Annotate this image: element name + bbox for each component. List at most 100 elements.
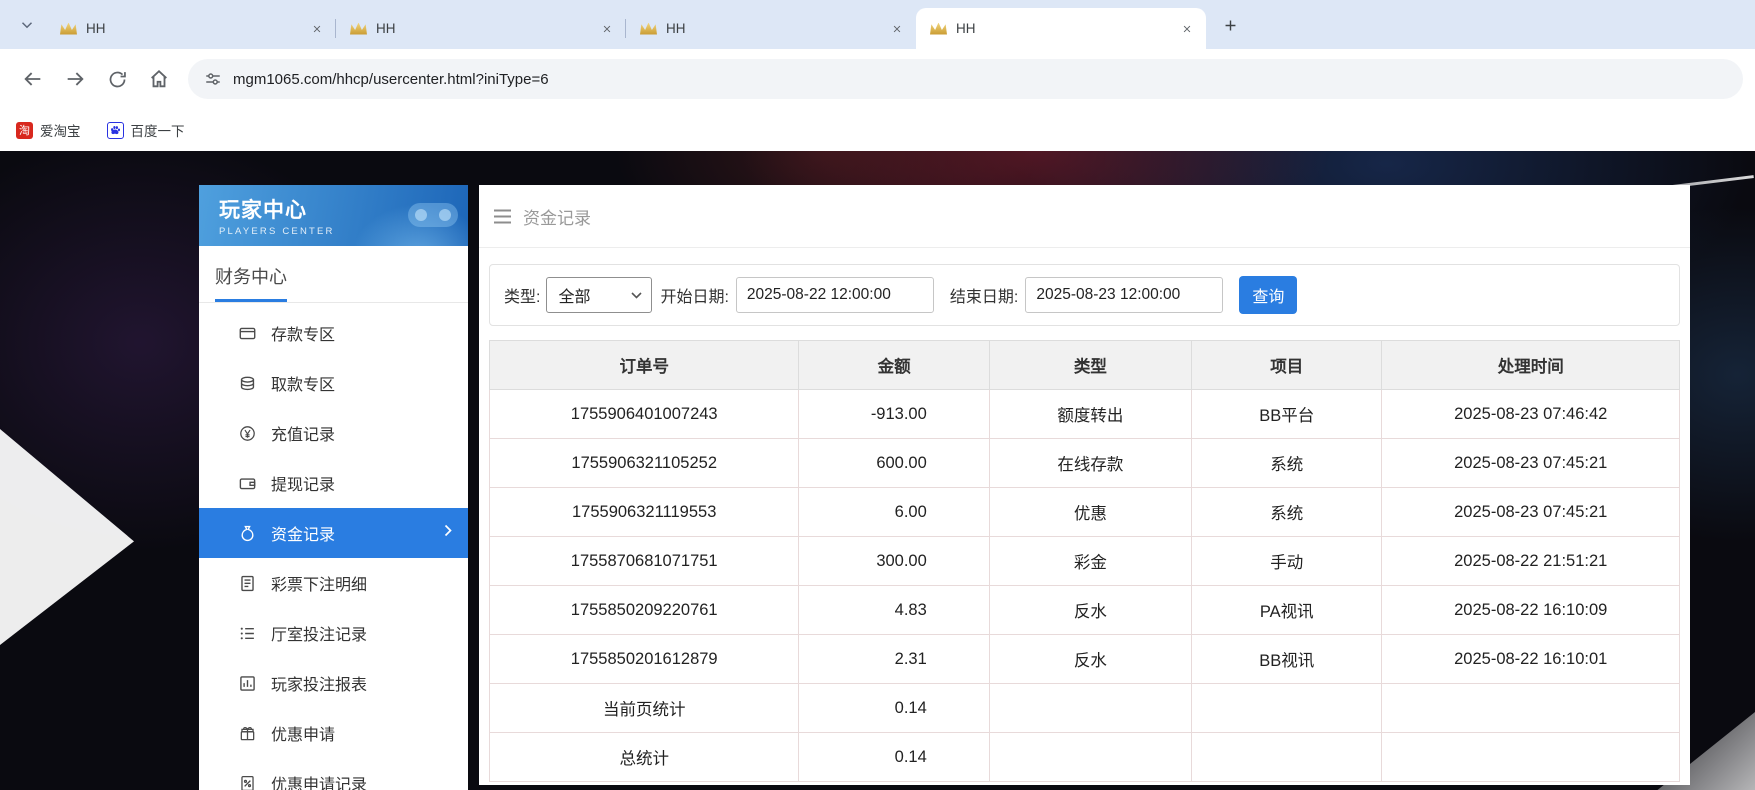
- table-row: 1755850209220761 4.83 反水 PA视讯 2025-08-22…: [490, 586, 1680, 635]
- promo-icon: [239, 725, 256, 742]
- page-background: 玩家中心 PLAYERS CENTER 财务中心 存款专区: [0, 151, 1755, 790]
- site-favicon-icon: [930, 23, 947, 35]
- cell-time: 2025-08-22 16:10:09: [1382, 586, 1680, 635]
- back-icon[interactable]: [12, 58, 54, 100]
- cell-type: 彩金: [989, 537, 1191, 586]
- hall-icon: [239, 625, 256, 642]
- table-header-cell: 处理时间: [1382, 341, 1680, 390]
- menu-item-label: 玩家投注报表: [271, 671, 367, 695]
- menu-item-label: 优惠申请: [271, 721, 335, 745]
- cell-amount: 6.00: [799, 488, 989, 537]
- table-row: 1755906401007243 -913.00 额度转出 BB平台 2025-…: [490, 390, 1680, 439]
- tab-close-icon[interactable]: [888, 20, 906, 38]
- browser-tab[interactable]: HH: [46, 8, 336, 49]
- tab-title: HH: [956, 21, 1169, 36]
- withdraw-icon: [239, 375, 256, 392]
- cell-type: 在线存款: [989, 439, 1191, 488]
- table-row: 1755850201612879 2.31 反水 BB视讯 2025-08-22…: [490, 635, 1680, 684]
- sidebar-menu-item[interactable]: 资金记录: [199, 508, 468, 558]
- type-label: 类型:: [504, 283, 540, 307]
- end-date-input[interactable]: [1025, 277, 1223, 313]
- deposit-icon: [239, 325, 256, 342]
- tab-close-icon[interactable]: [598, 20, 616, 38]
- sidebar-menu-item[interactable]: 提现记录: [199, 458, 468, 508]
- sidebar-section-finance: 财务中心: [199, 246, 468, 303]
- cell-amount: -913.00: [799, 390, 989, 439]
- cell-type: 反水: [989, 586, 1191, 635]
- sidebar-menu-item[interactable]: 厅室投注记录: [199, 608, 468, 658]
- table-row: 1755906321105252 600.00 在线存款 系统 2025-08-…: [490, 439, 1680, 488]
- cell-time: 2025-08-22 16:10:01: [1382, 635, 1680, 684]
- cell-project: BB平台: [1192, 390, 1382, 439]
- menu-item-label: 彩票下注明细: [271, 571, 367, 595]
- sidebar-menu-item[interactable]: 充值记录: [199, 408, 468, 458]
- cell-order-no: 1755870681071751: [490, 537, 799, 586]
- browser-tab[interactable]: HH: [626, 8, 916, 49]
- cell-time: [1382, 733, 1680, 782]
- cell-amount: 0.14: [799, 684, 989, 733]
- funds-icon: [239, 525, 256, 542]
- sidebar-menu-item[interactable]: 取款专区: [199, 358, 468, 408]
- baidu-paw-icon: [107, 122, 124, 139]
- players-center-header: 玩家中心 PLAYERS CENTER: [199, 185, 468, 246]
- sidebar-menu-item[interactable]: 优惠申请: [199, 708, 468, 758]
- cell-time: 2025-08-23 07:46:42: [1382, 390, 1680, 439]
- cell-time: [1382, 684, 1680, 733]
- cell-project: BB视讯: [1192, 635, 1382, 684]
- cell-type: 反水: [989, 635, 1191, 684]
- forward-icon[interactable]: [54, 58, 96, 100]
- browser-tab[interactable]: HH: [336, 8, 626, 49]
- cell-order-no: 当前页统计: [490, 684, 799, 733]
- bookmark-label: 爱淘宝: [40, 120, 81, 140]
- bookmark-baidu[interactable]: 百度一下: [107, 120, 185, 140]
- new-tab-button[interactable]: [1215, 10, 1245, 40]
- url-text[interactable]: mgm1065.com/hhcp/usercenter.html?iniType…: [233, 71, 549, 88]
- table-row: 1755870681071751 300.00 彩金 手动 2025-08-22…: [490, 537, 1680, 586]
- table-body: 1755906401007243 -913.00 额度转出 BB平台 2025-…: [490, 390, 1680, 782]
- bookmark-label: 百度一下: [131, 120, 185, 140]
- search-button[interactable]: 查询: [1239, 276, 1297, 314]
- tab-close-icon[interactable]: [1178, 20, 1196, 38]
- gamepad-icon: [406, 199, 460, 234]
- table-row: 1755906321119553 6.00 优惠 系统 2025-08-23 0…: [490, 488, 1680, 537]
- table-header-cell: 金额: [799, 341, 989, 390]
- site-favicon-icon: [640, 23, 657, 35]
- table-row: 总统计 0.14: [490, 733, 1680, 782]
- tab-search-icon[interactable]: [12, 10, 42, 40]
- cell-order-no: 总统计: [490, 733, 799, 782]
- table-header-cell: 类型: [989, 341, 1191, 390]
- sidebar-menu-item[interactable]: 玩家投注报表: [199, 658, 468, 708]
- bookmarks-bar: 淘 爱淘宝 百度一下: [0, 109, 1755, 151]
- cell-type: [989, 733, 1191, 782]
- background-wedge-art: [0, 429, 134, 645]
- promo-record-icon: [239, 775, 256, 790]
- sidebar-menu-item[interactable]: 优惠申请记录: [199, 758, 468, 790]
- lottery-icon: [239, 575, 256, 592]
- section-label: 财务中心: [215, 263, 287, 302]
- url-bar[interactable]: mgm1065.com/hhcp/usercenter.html?iniType…: [188, 59, 1743, 99]
- chevron-right-icon: [444, 524, 452, 542]
- start-date-input[interactable]: [736, 277, 934, 313]
- hamburger-menu-icon[interactable]: [493, 209, 512, 224]
- type-select[interactable]: 全部: [546, 277, 652, 313]
- recharge-icon: [239, 425, 256, 442]
- tab-close-icon[interactable]: [308, 20, 326, 38]
- bookmark-taobao[interactable]: 淘 爱淘宝: [16, 120, 81, 140]
- home-icon[interactable]: [138, 58, 180, 100]
- cashout-icon: [239, 475, 256, 492]
- table-header-cell: 订单号: [490, 341, 799, 390]
- reload-icon[interactable]: [96, 58, 138, 100]
- tab-title: HH: [666, 21, 879, 36]
- tab-title: HH: [86, 21, 299, 36]
- cell-project: PA视讯: [1192, 586, 1382, 635]
- menu-item-label: 存款专区: [271, 321, 335, 345]
- browser-tab[interactable]: HH: [916, 8, 1206, 49]
- tune-icon[interactable]: [204, 70, 222, 88]
- cell-amount: 4.83: [799, 586, 989, 635]
- cell-order-no: 1755906321119553: [490, 488, 799, 537]
- sidebar-menu-item[interactable]: 存款专区: [199, 308, 468, 358]
- tab-strip: HH HH HH: [0, 0, 1755, 49]
- cell-order-no: 1755850201612879: [490, 635, 799, 684]
- cell-amount: 600.00: [799, 439, 989, 488]
- sidebar-menu-item[interactable]: 彩票下注明细: [199, 558, 468, 608]
